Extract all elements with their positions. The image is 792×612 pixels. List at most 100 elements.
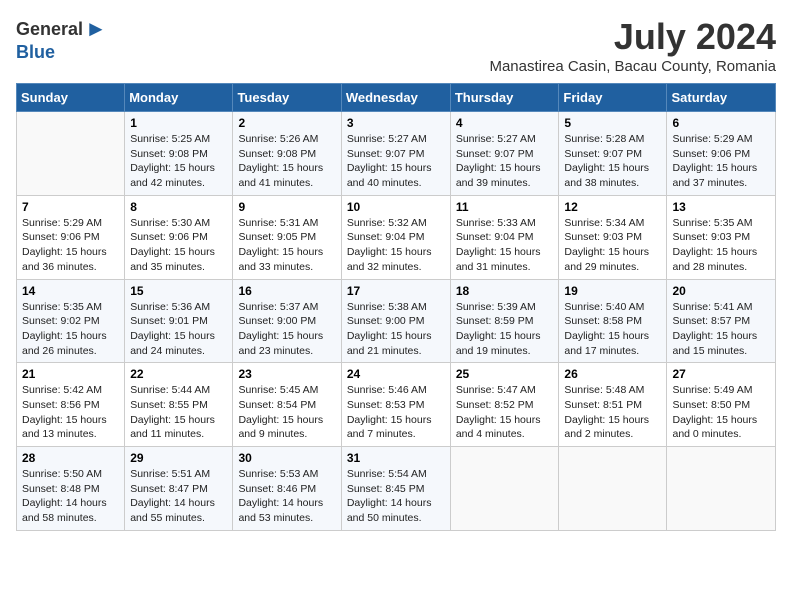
- logo-general-text: General: [16, 19, 83, 40]
- day-number: 2: [238, 116, 335, 130]
- day-number: 25: [456, 367, 554, 381]
- day-info: Sunrise: 5:54 AM Sunset: 8:45 PM Dayligh…: [347, 467, 445, 526]
- day-info: Sunrise: 5:34 AM Sunset: 9:03 PM Dayligh…: [564, 216, 661, 275]
- day-info: Sunrise: 5:53 AM Sunset: 8:46 PM Dayligh…: [238, 467, 335, 526]
- calendar-cell: 9 Sunrise: 5:31 AM Sunset: 9:05 PM Daylig…: [233, 195, 341, 279]
- day-header-sunday: Sunday: [17, 84, 125, 112]
- day-info: Sunrise: 5:50 AM Sunset: 8:48 PM Dayligh…: [22, 467, 119, 526]
- day-info: Sunrise: 5:35 AM Sunset: 9:03 PM Dayligh…: [672, 216, 770, 275]
- calendar-cell: 24 Sunrise: 5:46 AM Sunset: 8:53 PM Dayli…: [341, 363, 450, 447]
- calendar-cell: 20 Sunrise: 5:41 AM Sunset: 8:57 PM Dayli…: [667, 279, 776, 363]
- day-header-friday: Friday: [559, 84, 667, 112]
- calendar-cell: 12 Sunrise: 5:34 AM Sunset: 9:03 PM Dayli…: [559, 195, 667, 279]
- calendar-cell: 14 Sunrise: 5:35 AM Sunset: 9:02 PM Dayli…: [17, 279, 125, 363]
- calendar-cell: 28 Sunrise: 5:50 AM Sunset: 8:48 PM Dayli…: [17, 447, 125, 531]
- day-number: 5: [564, 116, 661, 130]
- day-number: 20: [672, 284, 770, 298]
- calendar-cell: 1 Sunrise: 5:25 AM Sunset: 9:08 PM Daylig…: [125, 112, 233, 196]
- location-title: Manastirea Casin, Bacau County, Romania: [489, 58, 776, 75]
- day-info: Sunrise: 5:37 AM Sunset: 9:00 PM Dayligh…: [238, 300, 335, 359]
- day-number: 23: [238, 367, 335, 381]
- calendar-cell: 2 Sunrise: 5:26 AM Sunset: 9:08 PM Daylig…: [233, 112, 341, 196]
- day-number: 17: [347, 284, 445, 298]
- day-number: 21: [22, 367, 119, 381]
- calendar-cell: 10 Sunrise: 5:32 AM Sunset: 9:04 PM Dayli…: [341, 195, 450, 279]
- day-info: Sunrise: 5:46 AM Sunset: 8:53 PM Dayligh…: [347, 383, 445, 442]
- day-info: Sunrise: 5:26 AM Sunset: 9:08 PM Dayligh…: [238, 132, 335, 191]
- calendar-cell: [17, 112, 125, 196]
- day-info: Sunrise: 5:51 AM Sunset: 8:47 PM Dayligh…: [130, 467, 227, 526]
- calendar-cell: 4Sunrise: 5:27 AM Sunset: 9:07 PM Daylig…: [450, 112, 559, 196]
- day-header-thursday: Thursday: [450, 84, 559, 112]
- day-info: Sunrise: 5:48 AM Sunset: 8:51 PM Dayligh…: [564, 383, 661, 442]
- day-info: Sunrise: 5:47 AM Sunset: 8:52 PM Dayligh…: [456, 383, 554, 442]
- calendar-cell: 30 Sunrise: 5:53 AM Sunset: 8:46 PM Dayli…: [233, 447, 341, 531]
- calendar-cell: 8Sunrise: 5:30 AM Sunset: 9:06 PM Daylig…: [125, 195, 233, 279]
- calendar-cell: 3Sunrise: 5:27 AM Sunset: 9:07 PM Daylig…: [341, 112, 450, 196]
- day-number: 14: [22, 284, 119, 298]
- day-number: 4: [456, 116, 554, 130]
- day-info: Sunrise: 5:29 AM Sunset: 9:06 PM Dayligh…: [22, 216, 119, 275]
- calendar-cell: 11 Sunrise: 5:33 AM Sunset: 9:04 PM Dayli…: [450, 195, 559, 279]
- day-number: 29: [130, 451, 227, 465]
- calendar-cell: 5Sunrise: 5:28 AM Sunset: 9:07 PM Daylig…: [559, 112, 667, 196]
- day-number: 26: [564, 367, 661, 381]
- day-header-tuesday: Tuesday: [233, 84, 341, 112]
- day-info: Sunrise: 5:39 AM Sunset: 8:59 PM Dayligh…: [456, 300, 554, 359]
- day-number: 6: [672, 116, 770, 130]
- calendar-cell: 22Sunrise: 5:44 AM Sunset: 8:55 PM Dayli…: [125, 363, 233, 447]
- day-number: 11: [456, 200, 554, 214]
- day-info: Sunrise: 5:31 AM Sunset: 9:05 PM Dayligh…: [238, 216, 335, 275]
- title-area: July 2024 Manastirea Casin, Bacau County…: [489, 16, 776, 75]
- calendar-cell: 29 Sunrise: 5:51 AM Sunset: 8:47 PM Dayli…: [125, 447, 233, 531]
- day-info: Sunrise: 5:36 AM Sunset: 9:01 PM Dayligh…: [130, 300, 227, 359]
- day-info: Sunrise: 5:30 AM Sunset: 9:06 PM Dayligh…: [130, 216, 227, 275]
- day-info: Sunrise: 5:35 AM Sunset: 9:02 PM Dayligh…: [22, 300, 119, 359]
- day-info: Sunrise: 5:44 AM Sunset: 8:55 PM Dayligh…: [130, 383, 227, 442]
- day-info: Sunrise: 5:40 AM Sunset: 8:58 PM Dayligh…: [564, 300, 661, 359]
- calendar-cell: 17 Sunrise: 5:38 AM Sunset: 9:00 PM Dayli…: [341, 279, 450, 363]
- logo: General ► Blue: [16, 16, 107, 63]
- day-number: 13: [672, 200, 770, 214]
- calendar-cell: [559, 447, 667, 531]
- day-number: 15: [130, 284, 227, 298]
- day-info: Sunrise: 5:49 AM Sunset: 8:50 PM Dayligh…: [672, 383, 770, 442]
- day-number: 24: [347, 367, 445, 381]
- day-info: Sunrise: 5:33 AM Sunset: 9:04 PM Dayligh…: [456, 216, 554, 275]
- month-title: July 2024: [489, 16, 776, 58]
- day-number: 12: [564, 200, 661, 214]
- day-number: 27: [672, 367, 770, 381]
- calendar-cell: 13 Sunrise: 5:35 AM Sunset: 9:03 PM Dayli…: [667, 195, 776, 279]
- day-info: Sunrise: 5:32 AM Sunset: 9:04 PM Dayligh…: [347, 216, 445, 275]
- day-info: Sunrise: 5:38 AM Sunset: 9:00 PM Dayligh…: [347, 300, 445, 359]
- calendar-cell: 27 Sunrise: 5:49 AM Sunset: 8:50 PM Dayli…: [667, 363, 776, 447]
- calendar-cell: 26 Sunrise: 5:48 AM Sunset: 8:51 PM Dayli…: [559, 363, 667, 447]
- day-number: 18: [456, 284, 554, 298]
- calendar-cell: 7 Sunrise: 5:29 AM Sunset: 9:06 PM Daylig…: [17, 195, 125, 279]
- calendar-cell: 6 Sunrise: 5:29 AM Sunset: 9:06 PM Daylig…: [667, 112, 776, 196]
- day-header-saturday: Saturday: [667, 84, 776, 112]
- calendar-table: SundayMondayTuesdayWednesdayThursdayFrid…: [16, 83, 776, 531]
- logo-bird-icon: ►: [85, 16, 107, 42]
- logo-blue-text: Blue: [16, 42, 55, 63]
- day-number: 1: [130, 116, 227, 130]
- header: General ► Blue July 2024 Manastirea Casi…: [16, 16, 776, 75]
- day-info: Sunrise: 5:25 AM Sunset: 9:08 PM Dayligh…: [130, 132, 227, 191]
- day-info: Sunrise: 5:29 AM Sunset: 9:06 PM Dayligh…: [672, 132, 770, 191]
- day-info: Sunrise: 5:41 AM Sunset: 8:57 PM Dayligh…: [672, 300, 770, 359]
- day-header-wednesday: Wednesday: [341, 84, 450, 112]
- day-number: 7: [22, 200, 119, 214]
- day-number: 10: [347, 200, 445, 214]
- day-number: 3: [347, 116, 445, 130]
- day-number: 19: [564, 284, 661, 298]
- day-number: 30: [238, 451, 335, 465]
- calendar-cell: 19 Sunrise: 5:40 AM Sunset: 8:58 PM Dayli…: [559, 279, 667, 363]
- day-number: 28: [22, 451, 119, 465]
- day-number: 9: [238, 200, 335, 214]
- calendar-cell: 21Sunrise: 5:42 AM Sunset: 8:56 PM Dayli…: [17, 363, 125, 447]
- day-header-monday: Monday: [125, 84, 233, 112]
- day-number: 16: [238, 284, 335, 298]
- calendar-cell: 15 Sunrise: 5:36 AM Sunset: 9:01 PM Dayli…: [125, 279, 233, 363]
- calendar-cell: 31Sunrise: 5:54 AM Sunset: 8:45 PM Dayli…: [341, 447, 450, 531]
- calendar-cell: 18 Sunrise: 5:39 AM Sunset: 8:59 PM Dayli…: [450, 279, 559, 363]
